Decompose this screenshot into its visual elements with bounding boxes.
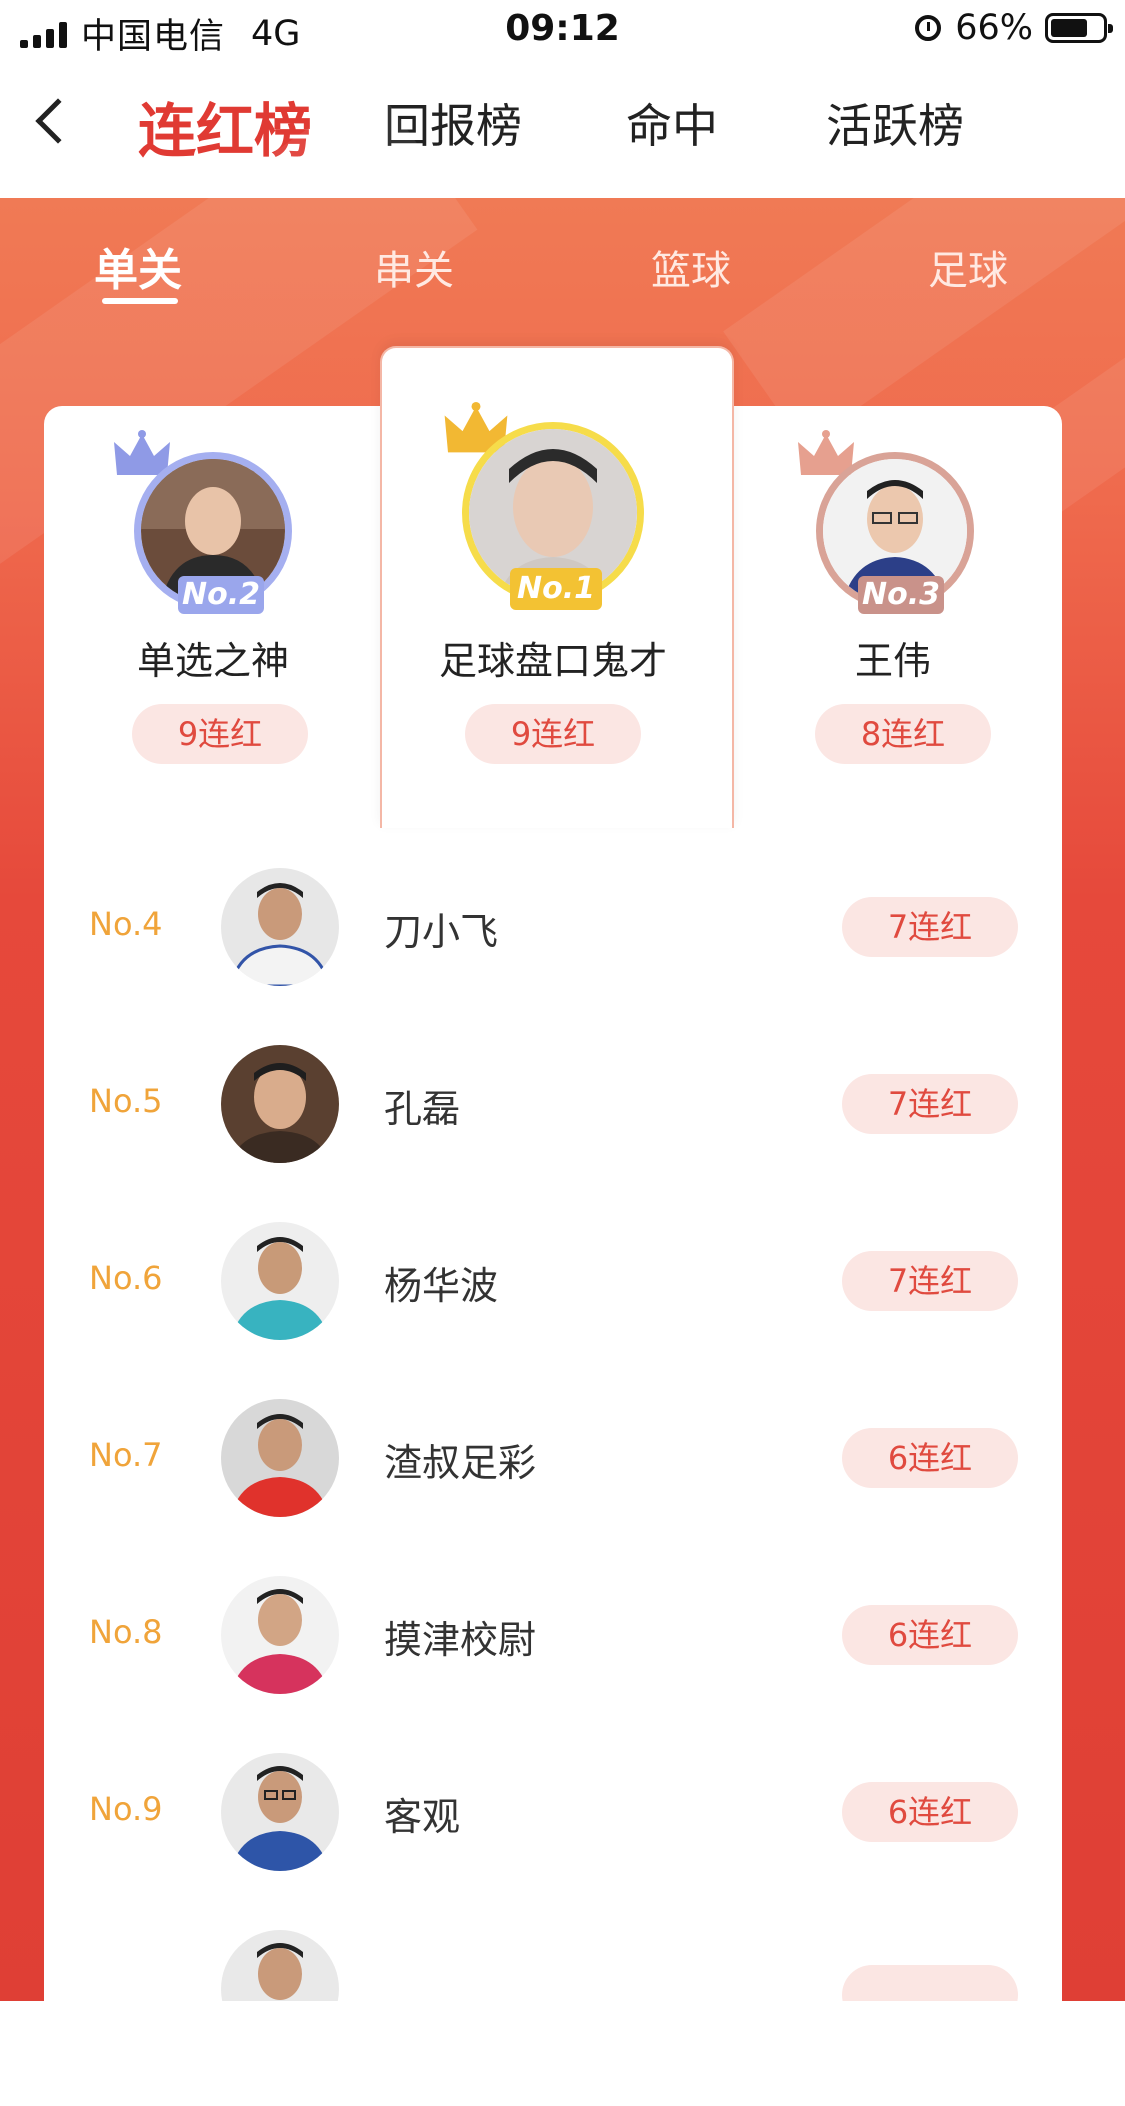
list-item[interactable]: No.7 渣叔足彩 6连红 (44, 1372, 1062, 1549)
alarm-icon (915, 15, 942, 41)
status-bar: 中国电信 4G 09:12 66% (0, 0, 1125, 60)
tab-activity-ranking[interactable]: 活跃榜 (826, 90, 964, 156)
list-item[interactable]: No.9 客观 6连红 (44, 1726, 1062, 1903)
streak-badge: 7连红 (842, 1251, 1018, 1311)
streak-badge: 7连红 (842, 1074, 1018, 1134)
list-item[interactable]: No.4 刀小飞 7连红 (44, 841, 1062, 1018)
avatar (221, 1399, 339, 1517)
rank-badge: No.3 (858, 576, 944, 614)
user-name: 摸津校尉 (384, 1618, 537, 1662)
subtab-basketball[interactable]: 篮球 (611, 238, 771, 296)
podium-name: 单选之神 (136, 639, 289, 683)
battery-percent: 66% (955, 8, 1033, 48)
streak-badge: 8连红 (815, 704, 991, 764)
user-name: 孔磊 (384, 1087, 461, 1131)
sub-tabs: 单关 串关 篮球 足球 (0, 198, 1125, 318)
avatar (221, 1045, 339, 1163)
list-item-partial[interactable] (44, 1903, 1062, 2001)
back-arrow-icon[interactable] (35, 98, 81, 144)
rank-badge: No.1 (510, 568, 602, 610)
tab-hit-rate[interactable]: 命中 (626, 90, 718, 156)
user-name: 刀小飞 (384, 910, 499, 954)
streak-badge: 7连红 (842, 897, 1018, 957)
streak-badge: 6连红 (842, 1605, 1018, 1665)
streak-badge: 9连红 (132, 704, 308, 764)
subtab-single[interactable]: 单关 (58, 234, 218, 298)
user-name: 客观 (384, 1795, 461, 1839)
avatar (221, 1930, 339, 2001)
podium-name: 足球盘口鬼才 (438, 639, 667, 683)
streak-badge: 9连红 (465, 704, 641, 764)
streak-badge: 6连红 (842, 1428, 1018, 1488)
avatar (221, 868, 339, 986)
streak-badge (842, 1965, 1018, 2001)
user-name: 渣叔足彩 (384, 1441, 537, 1485)
rank-label: No.5 (89, 1082, 163, 1120)
avatar (221, 1753, 339, 1871)
rank-label: No.4 (89, 905, 163, 943)
subtab-parlay[interactable]: 串关 (334, 238, 494, 296)
subtab-football[interactable]: 足球 (888, 238, 1048, 296)
battery-icon (1045, 13, 1113, 43)
active-tab-indicator (102, 298, 178, 304)
rank-label: No.9 (89, 1790, 163, 1828)
podium-name: 王伟 (854, 639, 931, 683)
rank-label: No.7 (89, 1436, 163, 1474)
list-item[interactable]: No.5 孔磊 7连红 (44, 1018, 1062, 1195)
rank-label: No.8 (89, 1613, 163, 1651)
rank-badge: No.2 (178, 576, 264, 614)
user-name: 杨华波 (384, 1264, 499, 1308)
avatar (221, 1222, 339, 1340)
rank-label: No.6 (89, 1259, 163, 1297)
streak-badge: 6连红 (842, 1782, 1018, 1842)
avatar (221, 1576, 339, 1694)
list-item[interactable]: No.6 杨华波 7连红 (44, 1195, 1062, 1372)
list-item[interactable]: No.8 摸津校尉 6连红 (44, 1549, 1062, 1726)
